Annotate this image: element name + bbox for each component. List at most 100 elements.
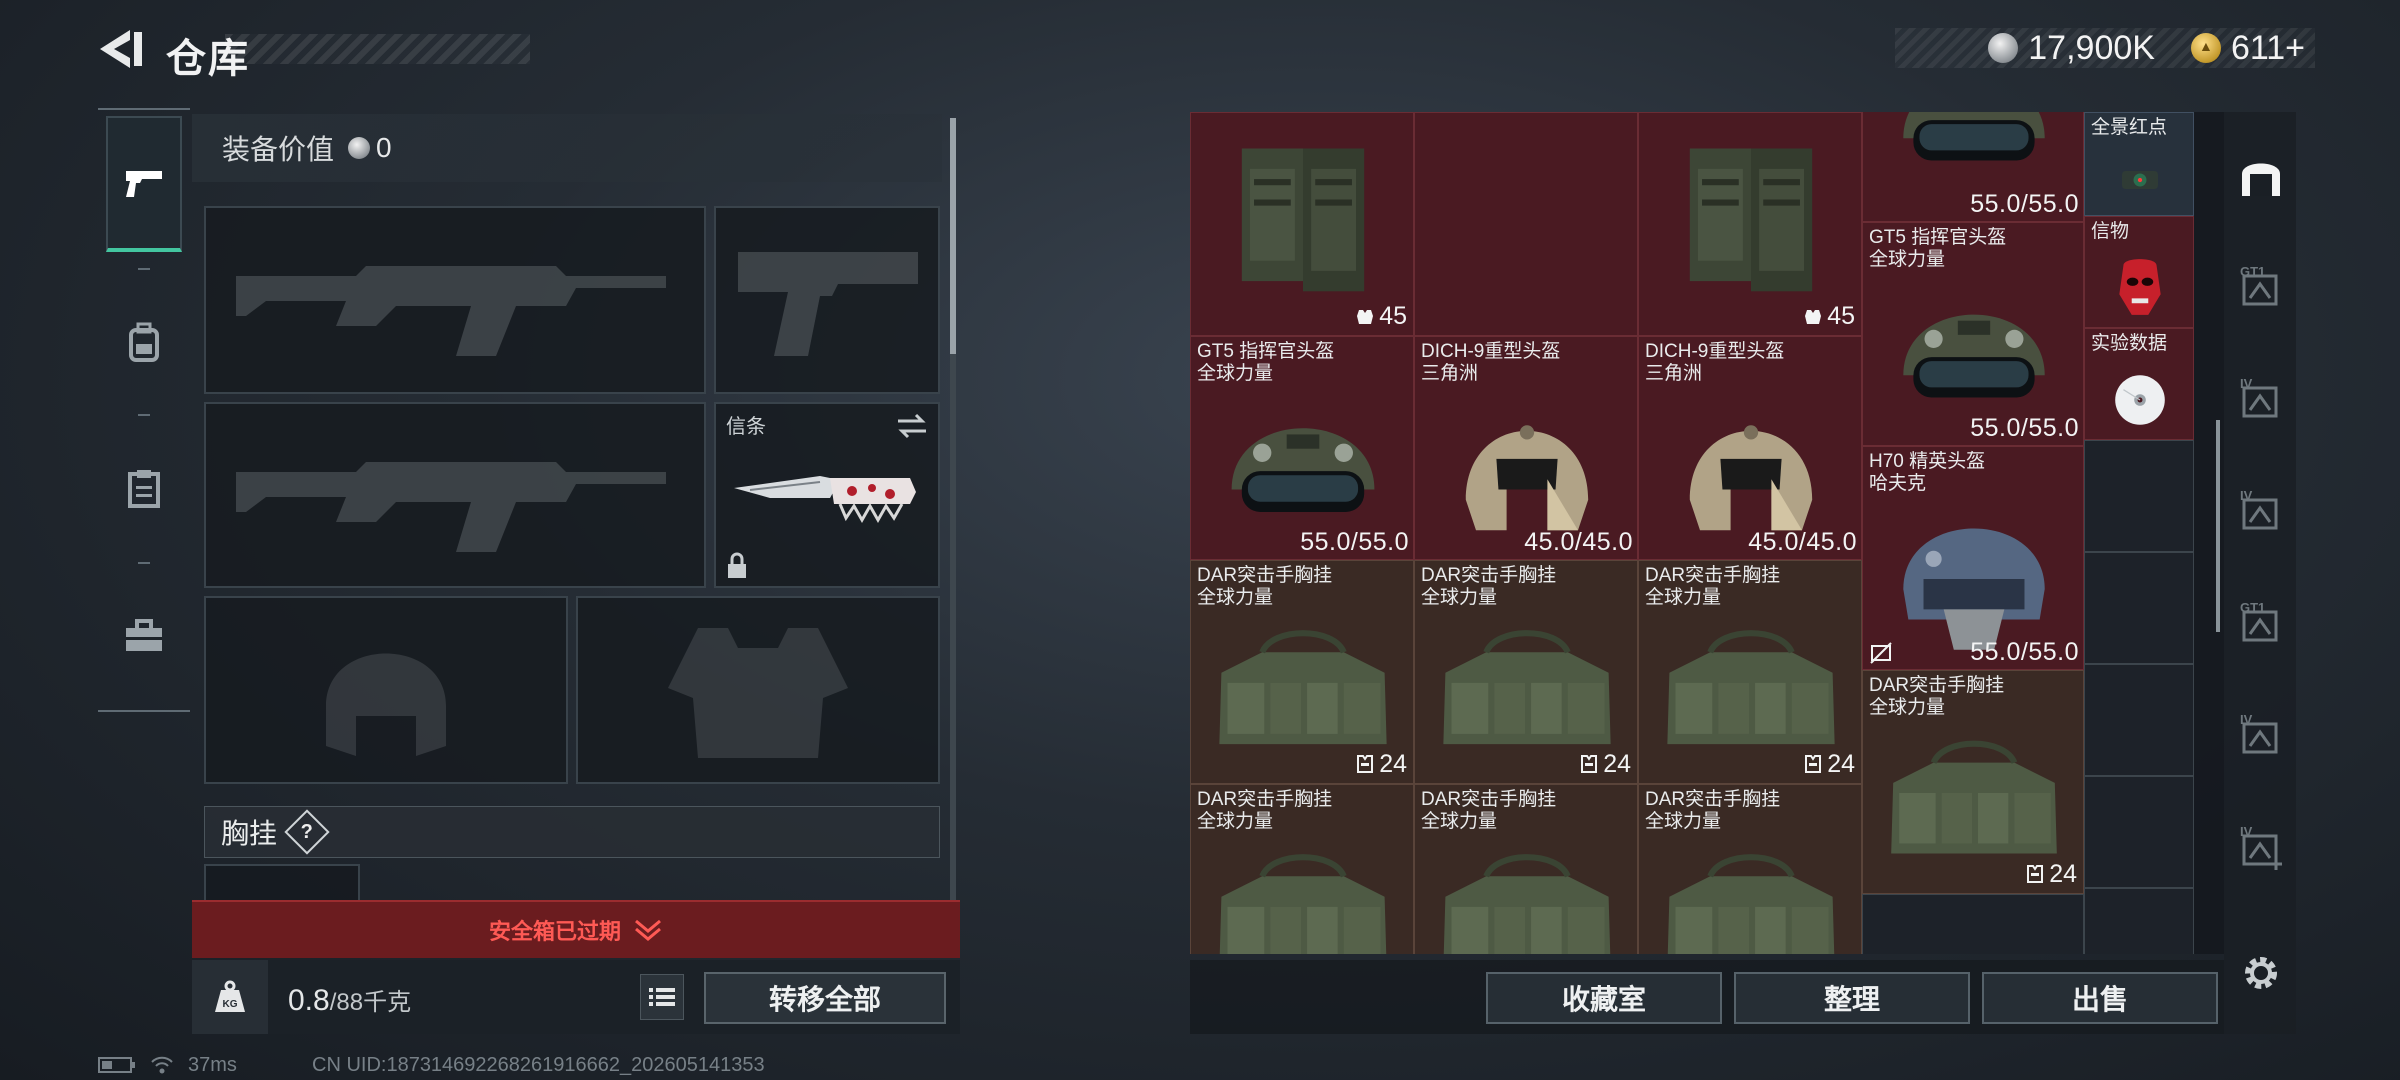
item-stat: 45 [1355, 302, 1407, 331]
transfer-all-button[interactable]: 转移全部 [704, 972, 946, 1024]
gold-currency-value[interactable]: 611+ [2231, 29, 2305, 68]
storage-item-gt5[interactable]: GT5 指挥官头盔 全球力量 55.0/55.0 [1190, 336, 1414, 560]
title-stripe [225, 34, 530, 64]
item-stat-value: 45 [1827, 302, 1855, 330]
storage-item-dar-6[interactable]: DAR突击手胸挂 全球力量 [1638, 784, 1862, 954]
armor-slot[interactable] [576, 596, 940, 784]
back-button[interactable] [96, 26, 146, 72]
storage-item-data[interactable]: 实验数据 [2084, 328, 2194, 440]
weight-bar: KG 0.8/88千克 转移全部 [192, 960, 960, 1034]
storage-iv-add-icon: IV [2240, 824, 2282, 870]
vest-item-icon [1241, 148, 1365, 292]
sort-button[interactable]: 整理 [1734, 972, 1970, 1024]
storage-item-helmet-top[interactable]: 55.0/55.0 [1862, 112, 2084, 222]
weight-icon-text: KG [223, 999, 238, 1010]
chest-rig-slot[interactable] [204, 864, 360, 904]
storage-item-red-dot[interactable]: 全景红点 [2084, 112, 2194, 216]
backpack-icon [129, 322, 159, 362]
storage-item-dar-4[interactable]: DAR突击手胸挂 全球力量 [1190, 784, 1414, 954]
nav-item-vest[interactable] [106, 420, 182, 556]
storage-item-dar-big[interactable]: DAR突击手胸挂 全球力量 24 [1862, 670, 2084, 894]
vest-capacity-icon [2027, 865, 2044, 883]
category-storage-iv-3-icon[interactable]: IV [2236, 710, 2286, 760]
helmet-tan-item-icon [1465, 425, 1589, 531]
loadout-scrollbar-thumb[interactable] [950, 118, 956, 354]
nav-item-tools[interactable] [106, 568, 182, 704]
category-label: IV [2240, 824, 2253, 839]
swap-icon[interactable] [896, 412, 928, 440]
storage-item-dar-3[interactable]: DAR突击手胸挂 全球力量 24 [1638, 560, 1862, 784]
weight-icon: KG [215, 980, 245, 1012]
secondary-weapon-slot[interactable] [204, 402, 706, 588]
storage-item-dar-2[interactable]: DAR突击手胸挂 全球力量 24 [1414, 560, 1638, 784]
empty-storage-cell[interactable] [2084, 664, 2194, 776]
storage-item-vest-2[interactable]: 45 [1638, 112, 1862, 336]
nav-separator [138, 268, 150, 270]
helmet-silhouette-icon [326, 653, 446, 756]
category-storage-iv-icon[interactable]: IV [2236, 374, 2286, 424]
nav-item-backpack[interactable] [106, 274, 182, 410]
help-symbol: ? [300, 820, 314, 843]
category-storage-iv-2-icon[interactable]: IV [2236, 486, 2286, 536]
safebox-expired-banner[interactable]: 安全箱已过期 [192, 900, 960, 958]
empty-storage-cell[interactable] [2084, 440, 2194, 552]
chest-rig-section-title: 胸挂 [221, 818, 278, 849]
category-storage-gt1-2-icon[interactable]: GT1 [2236, 598, 2286, 648]
equipment-value-label: 装备价值 [222, 134, 335, 165]
melee-slot[interactable]: 信条 [714, 402, 940, 588]
nav-separator [138, 562, 150, 564]
category-home-storage-icon[interactable] [2236, 152, 2286, 202]
empty-storage-cell[interactable] [1862, 894, 2084, 954]
item-name: DICH-9重型头盔 三角洲 [1421, 341, 1561, 384]
category-storage-gt1-icon[interactable]: GT1 [2236, 262, 2286, 312]
item-name: DAR突击手胸挂 全球力量 [1421, 565, 1557, 608]
storage-iv-2-icon: IV [2240, 488, 2278, 530]
empty-storage-cell[interactable] [2084, 888, 2194, 954]
item-name: DAR突击手胸挂 全球力量 [1197, 789, 1333, 832]
weight-value: 0.8/88千克 [288, 982, 411, 1018]
item-name: DAR突击手胸挂 全球力量 [1421, 789, 1557, 832]
storage-cell[interactable] [1414, 112, 1638, 336]
item-name: DAR突击手胸挂 全球力量 [1869, 675, 2005, 718]
melee-slot-label: 信条 [726, 416, 766, 438]
item-stat-value: 24 [1379, 750, 1407, 778]
list-view-button[interactable] [640, 974, 684, 1020]
category-label: IV [2240, 376, 2253, 391]
category-gear-icon[interactable] [2236, 948, 2286, 998]
storage-item-dich-2[interactable]: DICH-9重型头盔 三角洲 45.0/45.0 [1638, 336, 1862, 560]
storage-item-token[interactable]: 信物 [2084, 216, 2194, 328]
category-label: IV [2240, 488, 2253, 503]
storage-item-gt5-big[interactable]: GT5 指挥官头盔 全球力量 55.0/55.0 [1862, 222, 2084, 446]
vest-capacity-icon [1581, 755, 1598, 773]
loadout-scrollbar[interactable] [950, 118, 956, 900]
item-name: GT5 指挥官头盔 全球力量 [1197, 341, 1335, 384]
equipment-value: 0 [376, 132, 392, 163]
item-name: 信物 [2091, 221, 2130, 242]
storage-item-vest-1[interactable]: 45 [1190, 112, 1414, 336]
empty-storage-cell[interactable] [2084, 776, 2194, 888]
user-uid: CN UID:187314692268261916662_20260514135… [312, 1054, 765, 1076]
storage-gt1-2-icon: GT1 [2240, 600, 2278, 642]
rig-item-icon [1443, 854, 1611, 954]
helmet-slot[interactable] [204, 596, 568, 784]
category-storage-iv-add-icon[interactable]: IV [2236, 822, 2286, 872]
storage-item-dar-5[interactable]: DAR突击手胸挂 全球力量 [1414, 784, 1638, 954]
storage-item-dar-1[interactable]: DAR突击手胸挂 全球力量 24 [1190, 560, 1414, 784]
collection-room-button[interactable]: 收藏室 [1486, 972, 1722, 1024]
primary-weapon-slot[interactable] [204, 206, 706, 394]
toolbox-icon [126, 619, 162, 651]
item-durability: 45.0/45.0 [1524, 528, 1633, 557]
storage-item-dich-1[interactable]: DICH-9重型头盔 三角洲 45.0/45.0 [1414, 336, 1638, 560]
home-storage-icon [2242, 163, 2280, 196]
help-icon[interactable]: ? [284, 809, 330, 855]
storage-item-h70[interactable]: H70 精英头盔 哈夫克 55.0/55.0 [1862, 446, 2084, 670]
nav-item-weapons[interactable] [106, 116, 182, 252]
storage-scrollbar[interactable] [2216, 420, 2220, 632]
armor-silhouette-icon [668, 628, 848, 758]
storage-grid: 45 45 55.0/55.0 全景红点 GT5 指挥官头盔 全球力量 55.0/55.0… [1190, 112, 2224, 954]
sell-button[interactable]: 出售 [1982, 972, 2218, 1024]
item-stat-value: 24 [2049, 860, 2077, 888]
empty-storage-cell[interactable] [2084, 552, 2194, 664]
sidearm-slot[interactable] [714, 206, 940, 394]
weight-current: 0.8 [288, 984, 330, 1017]
